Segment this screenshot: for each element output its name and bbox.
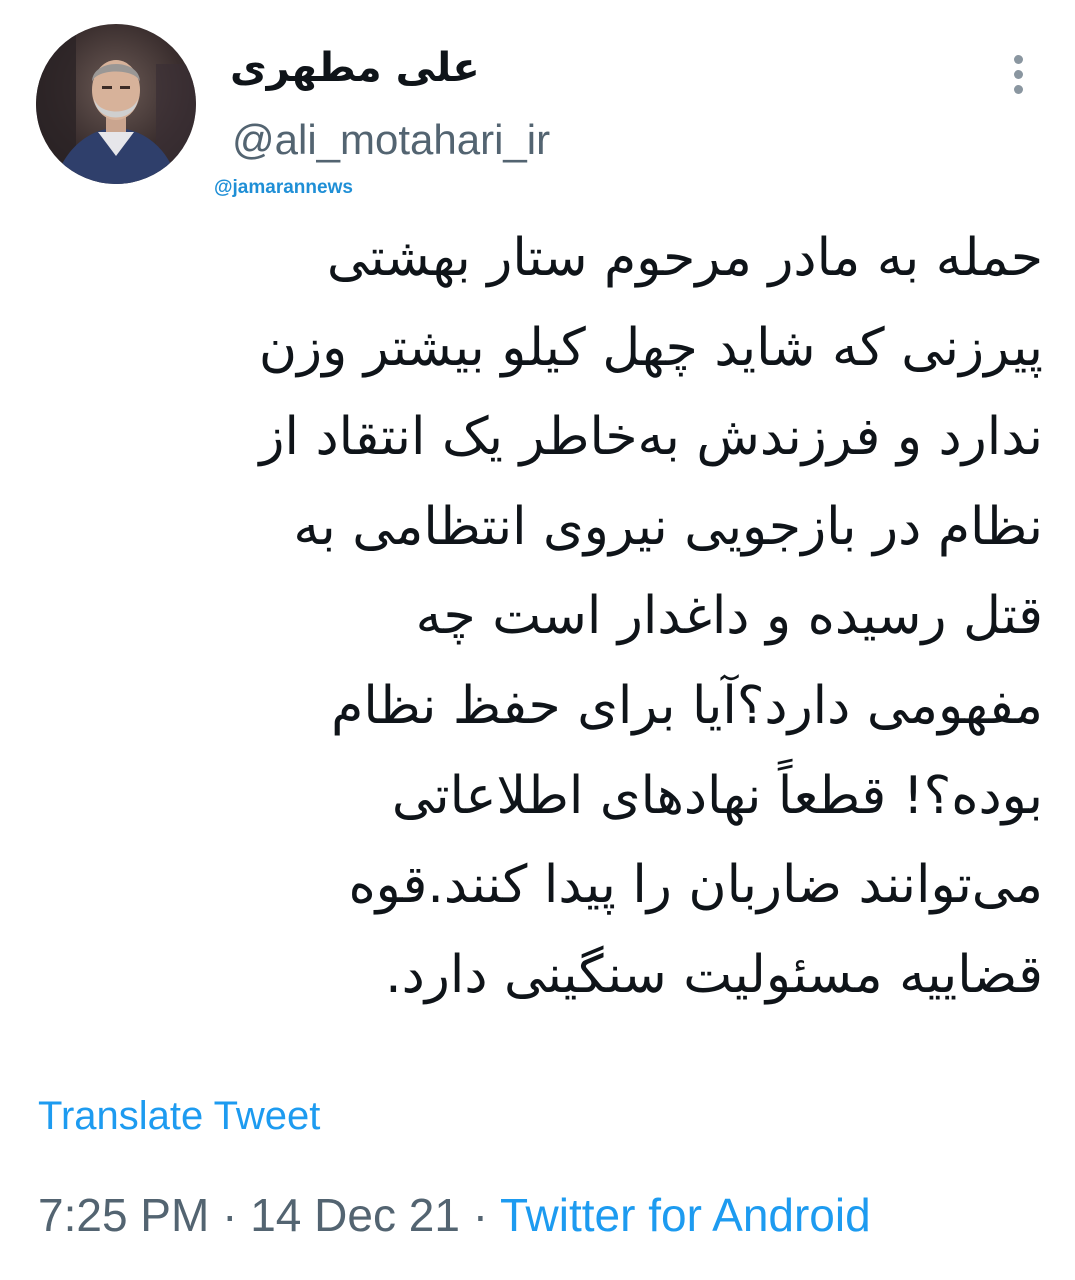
more-dot bbox=[1013, 69, 1023, 79]
tweet-time[interactable]: 7:25 PM bbox=[38, 1189, 209, 1241]
watermark-label: @jamarannews bbox=[214, 177, 353, 198]
meta-separator: · bbox=[472, 1189, 489, 1241]
user-handle[interactable]: @ali_motahari_ir bbox=[232, 112, 550, 168]
tweet-body-line: ندارد و فرزندش به‌خاطر یک انتقاد از bbox=[259, 407, 1043, 468]
tweet-source-link[interactable]: Twitter for Android bbox=[500, 1189, 871, 1241]
tweet-card: علی مطهری @ali_motahari_ir @jamarannews … bbox=[0, 0, 1075, 1280]
tweet-body-line: پیرزنی که شاید چهل کیلو بیشتر وزن bbox=[258, 317, 1043, 378]
tweet-body-line: حمله به مادر مرحوم ستار بهشتی bbox=[326, 228, 1043, 288]
avatar[interactable] bbox=[36, 24, 196, 184]
more-vertical-icon[interactable] bbox=[1003, 44, 1033, 104]
profile-photo bbox=[36, 24, 196, 184]
meta-separator: · bbox=[222, 1189, 238, 1241]
tweet-metadata: 7:25 PM · 14 Dec 21 · Twitter for Androi… bbox=[38, 1184, 871, 1246]
tweet-date[interactable]: 14 Dec 21 bbox=[250, 1189, 460, 1241]
tweet-body: حمله به مادر مرحوم ستار بهشتی پیرزنی که … bbox=[33, 214, 1043, 1020]
tweet-body-line: نظام در بازجویی نیروی انتظامی به bbox=[293, 496, 1043, 557]
tweet-body-line: قتل رسیده و داغدار است چه bbox=[415, 586, 1043, 647]
tweet-body-line: قضاییه مسئولیت سنگینی دارد. bbox=[385, 944, 1043, 1005]
tweet-body-line: مفهومی دارد؟آیا برای حفظ نظام bbox=[331, 675, 1043, 736]
translate-tweet-link[interactable]: Translate Tweet bbox=[38, 1088, 320, 1144]
more-dot bbox=[1013, 54, 1023, 64]
tweet-body-line: بوده؟! قطعاً نهادهای اطلاعاتی bbox=[391, 765, 1043, 826]
display-name[interactable]: علی مطهری bbox=[230, 40, 480, 96]
tweet-body-line: می‌توانند ضاربان را پیدا کنند.قوه bbox=[348, 855, 1043, 916]
more-dot bbox=[1013, 84, 1023, 94]
